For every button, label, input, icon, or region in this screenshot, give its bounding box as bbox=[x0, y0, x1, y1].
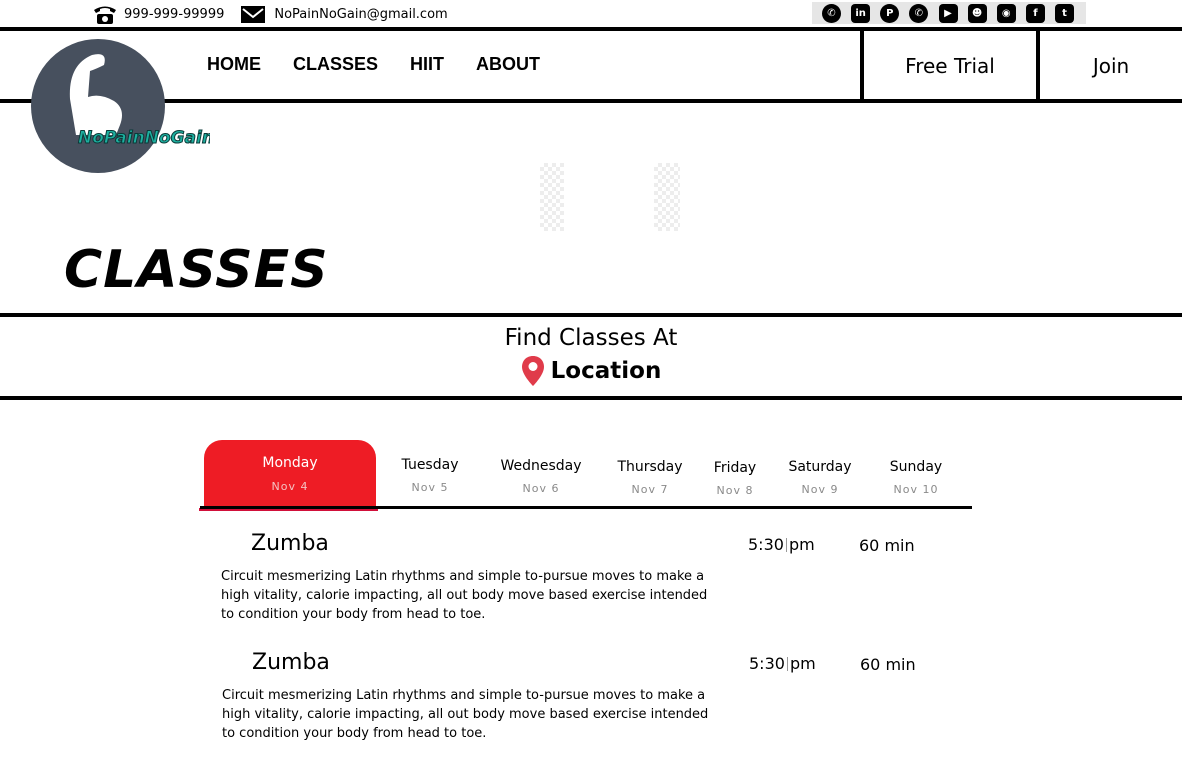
phone-number: 999-999-99999 bbox=[124, 6, 225, 22]
contact-bar: 999-999-99999 NoPainNoGain@gmail.com bbox=[92, 2, 448, 26]
tab-day: Sunday bbox=[889, 459, 943, 475]
find-classes-heading: Find Classes At bbox=[504, 325, 678, 351]
whatsapp-icon[interactable]: ✆ bbox=[909, 3, 929, 23]
telephone-icon bbox=[92, 3, 118, 25]
tab-thursday[interactable]: Thursday Nov 7 bbox=[612, 459, 688, 496]
tab-date: Nov 7 bbox=[631, 483, 669, 496]
tab-day: Monday bbox=[262, 455, 318, 471]
tab-date: Nov 8 bbox=[716, 484, 754, 497]
tab-saturday[interactable]: Saturday Nov 9 bbox=[784, 459, 856, 496]
tab-sunday[interactable]: Sunday Nov 10 bbox=[884, 459, 948, 496]
tab-monday[interactable]: Monday Nov 4 bbox=[199, 440, 378, 511]
tab-day: Thursday bbox=[617, 459, 683, 475]
youtube-icon[interactable]: ▶ bbox=[938, 3, 958, 23]
tab-date: Nov 6 bbox=[522, 482, 560, 495]
nav-about[interactable]: ABOUT bbox=[476, 54, 540, 75]
class-time-value: 5:30 bbox=[748, 535, 784, 554]
class-name: Zumba bbox=[252, 650, 330, 675]
tab-tuesday[interactable]: Tuesday Nov 5 bbox=[396, 457, 464, 494]
tab-date: Nov 5 bbox=[411, 481, 449, 494]
tab-friday[interactable]: Friday Nov 8 bbox=[708, 460, 762, 497]
class-description: Circuit mesmerizing Latin rhythms and si… bbox=[222, 688, 709, 741]
location-label: Location bbox=[550, 358, 662, 384]
nav-hiit[interactable]: HIIT bbox=[410, 54, 444, 75]
nav-home[interactable]: HOME bbox=[207, 54, 261, 75]
class-duration: 60 min bbox=[860, 655, 916, 674]
twitter-icon[interactable]: t bbox=[1055, 3, 1074, 23]
main-nav: HOME CLASSES HIIT ABOUT bbox=[207, 54, 572, 75]
day-tabs: Monday Nov 4 Tuesday Nov 5 Wednesday Nov… bbox=[199, 440, 972, 511]
class-time-ampm: pm bbox=[788, 535, 815, 554]
snapchat-icon[interactable]: ☻ bbox=[967, 3, 987, 23]
class-name: Zumba bbox=[251, 531, 329, 556]
free-trial-button[interactable]: Free Trial bbox=[864, 31, 1036, 101]
linkedin-icon[interactable]: in bbox=[851, 3, 871, 23]
instagram-icon[interactable]: ◉ bbox=[996, 3, 1016, 23]
section-border bbox=[0, 313, 1182, 317]
viber-icon[interactable]: ✆ bbox=[822, 3, 841, 23]
tab-date: Nov 10 bbox=[893, 483, 939, 496]
tab-wednesday[interactable]: Wednesday Nov 6 bbox=[496, 458, 586, 495]
tab-date: Nov 4 bbox=[271, 480, 309, 493]
class-description: Circuit mesmerizing Latin rhythms and si… bbox=[221, 569, 708, 622]
social-icons: ✆ in P ✆ ▶ ☻ ◉ f t bbox=[812, 2, 1086, 24]
class-time-ampm: pm bbox=[789, 654, 816, 673]
class-duration: 60 min bbox=[859, 536, 915, 555]
page-title: CLASSES bbox=[64, 240, 329, 300]
tab-day: Tuesday bbox=[401, 457, 459, 473]
section-border bbox=[0, 396, 1182, 400]
brand-logo[interactable]: NoPainNoGain bbox=[30, 39, 214, 173]
nav-classes[interactable]: CLASSES bbox=[293, 54, 378, 75]
mail-icon bbox=[240, 3, 266, 25]
class-time: 5:30 pm bbox=[749, 654, 816, 673]
join-button[interactable]: Join bbox=[1040, 31, 1182, 101]
tab-day: Friday bbox=[713, 460, 757, 476]
email-address[interactable]: NoPainNoGain@gmail.com bbox=[274, 7, 447, 22]
tabs-underline bbox=[200, 506, 972, 509]
class-time-value: 5:30 bbox=[749, 654, 785, 673]
location-selector[interactable]: Location bbox=[0, 355, 1182, 387]
facebook-icon[interactable]: f bbox=[1025, 3, 1045, 23]
tab-day: Saturday bbox=[788, 459, 852, 475]
tab-date: Nov 9 bbox=[801, 483, 839, 496]
logo-text: NoPainNoGain bbox=[78, 128, 210, 148]
class-time: 5:30 pm bbox=[748, 535, 815, 554]
pinterest-icon[interactable]: P bbox=[880, 3, 900, 23]
background-watermark bbox=[654, 163, 680, 231]
tab-day: Wednesday bbox=[500, 458, 582, 474]
map-pin-icon bbox=[521, 356, 544, 386]
background-watermark bbox=[540, 163, 564, 231]
